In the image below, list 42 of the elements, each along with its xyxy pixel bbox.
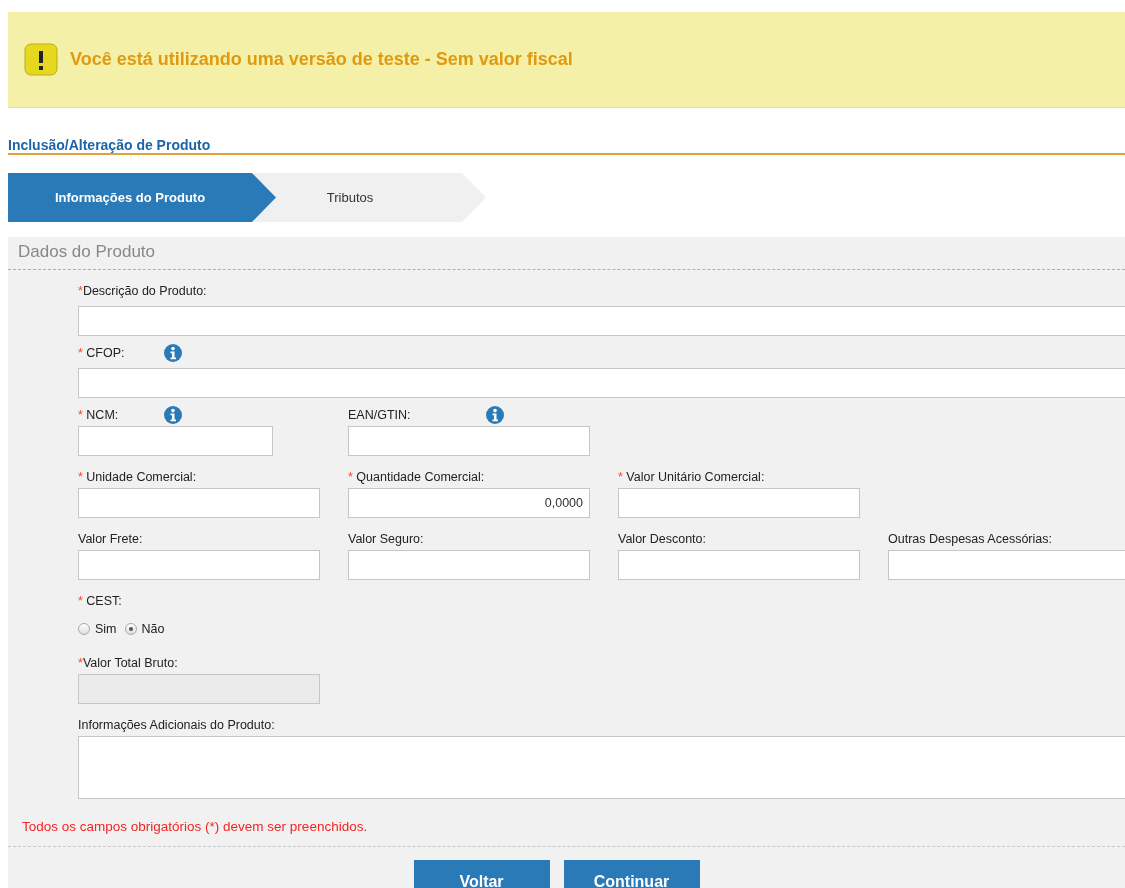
wizard-step-tab[interactable]: Informações do Produto [8, 173, 276, 222]
input-field[interactable] [348, 550, 590, 580]
field-label: * NCM: [78, 408, 120, 422]
field-label: *Valor Total Bruto: [78, 656, 179, 670]
radio-label[interactable]: Sim [95, 622, 117, 636]
input-field[interactable] [78, 306, 1125, 336]
input-field[interactable] [78, 368, 1125, 398]
field-label: * Valor Unitário Comercial: [618, 470, 765, 484]
input-field[interactable] [348, 426, 590, 456]
field-label: * CFOP: [78, 346, 126, 360]
action-button[interactable]: Continuar [563, 860, 700, 888]
info-icon[interactable] [164, 344, 182, 362]
wizard-step-tab[interactable]: Tributos [254, 173, 486, 222]
input-field[interactable] [888, 550, 1125, 580]
field-label: Valor Seguro: [348, 532, 425, 546]
action-button[interactable]: Voltar [413, 860, 550, 888]
field-label: EAN/GTIN: [348, 408, 412, 422]
radio-button[interactable] [124, 623, 137, 635]
info-icon[interactable] [486, 406, 504, 424]
field-label: Outras Despesas Acessórias: [888, 532, 1052, 546]
info-icon[interactable] [164, 406, 182, 424]
input-field[interactable] [618, 488, 860, 518]
field-label: * CEST: [78, 594, 122, 608]
input-field[interactable]: 0,0000 [348, 488, 590, 518]
field-label: Valor Desconto: [618, 532, 707, 546]
field-label: * Quantidade Comercial: [348, 470, 485, 484]
input-field[interactable] [78, 426, 273, 456]
field-label: Informações Adicionais do Produto: [78, 718, 275, 732]
error-message: Todos os campos obrigatórios (*) devem ser preenchidos. [21, 818, 369, 834]
warning-message: Você está utilizando uma versão de teste - Sem valor fiscal [70, 49, 573, 70]
section-title: Dados do Produto [8, 237, 1125, 270]
warning-icon [24, 42, 60, 77]
field-label: * Unidade Comercial: [78, 470, 198, 484]
page-title: Inclusão/Alteração de Produto [8, 137, 212, 153]
text-area[interactable] [78, 736, 1125, 799]
input-field[interactable] [78, 488, 320, 518]
input-field[interactable] [618, 550, 860, 580]
field-label: Valor Frete: [78, 532, 144, 546]
field-label: *Descrição do Produto: [78, 284, 207, 298]
radio-label[interactable]: Não [141, 622, 165, 636]
radio-button[interactable] [78, 623, 90, 635]
input-field[interactable] [78, 550, 320, 580]
